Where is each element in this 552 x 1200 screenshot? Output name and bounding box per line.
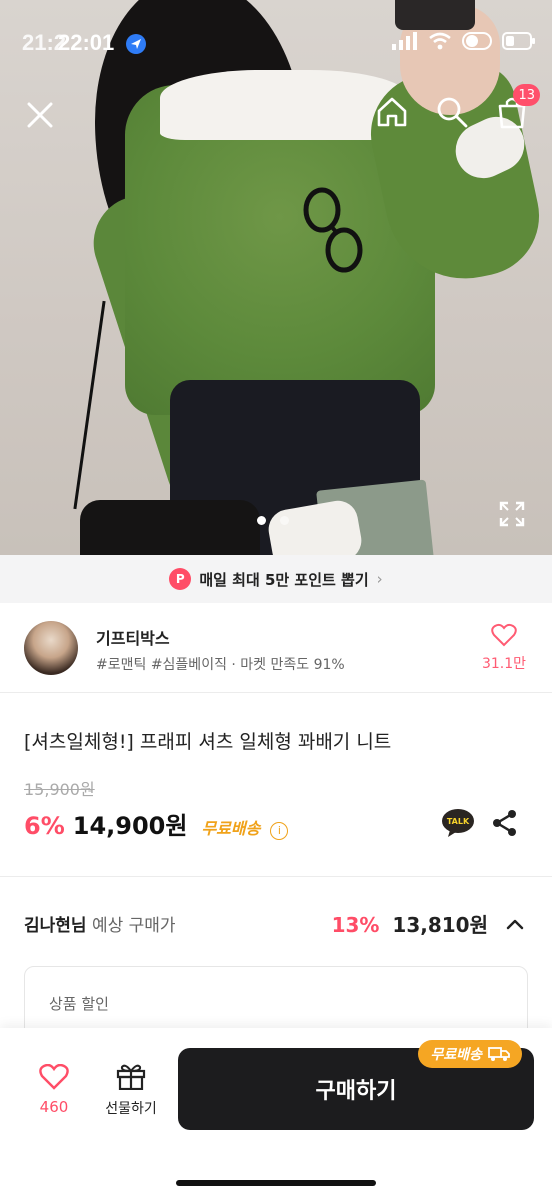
gift-icon — [116, 1064, 146, 1091]
cart-count-badge: 13 — [513, 84, 540, 106]
gift-label: 선물하기 — [105, 1101, 157, 1117]
wishlist-button[interactable]: 460 — [26, 1063, 82, 1116]
close-icon — [27, 102, 53, 128]
wifi-icon — [429, 32, 451, 50]
kakaotalk-icon: TALK — [442, 809, 474, 837]
product-image[interactable] — [0, 0, 552, 555]
pagination-dot — [280, 516, 289, 525]
search-button[interactable] — [432, 92, 472, 132]
store-tags: #로맨틱 #심플베이직 · 마켓 만족도 91% — [96, 657, 345, 673]
home-icon — [377, 97, 407, 127]
status-bar: 21:2 22:01 — [0, 26, 552, 66]
bottom-action-bar: 460 선물하기 구매하기 무료배송 — [0, 1028, 552, 1200]
battery-icon — [502, 32, 535, 50]
product-title: [셔츠일체형!] 프래피 셔츠 일체형 꽈배기 니트 — [24, 731, 392, 753]
home-button[interactable] — [372, 92, 412, 132]
wishlist-count: 460 — [39, 1098, 69, 1116]
focus-toggle-icon — [462, 32, 492, 50]
point-promo-banner[interactable]: P 매일 최대 5만 포인트 뽑기 › — [0, 555, 552, 603]
expected-price-value: 13% 13,810원 — [332, 909, 488, 938]
info-icon[interactable]: i — [270, 821, 289, 840]
product-discount-label: 상품 할인 — [49, 995, 109, 1013]
free-shipping-badge: 무료배송 — [418, 1040, 522, 1068]
store-info[interactable]: 기프티박스 #로맨틱 #심플베이직 · 마켓 만족도 91% 31.1만 — [0, 603, 552, 693]
share-button[interactable] — [490, 808, 520, 838]
search-icon — [437, 97, 468, 128]
heart-icon — [39, 1063, 69, 1090]
status-time: 22:01 — [58, 30, 115, 55]
expected-price: 13,810원 — [392, 913, 488, 937]
truck-icon — [488, 1047, 510, 1061]
home-indicator — [176, 1180, 376, 1186]
kakaotalk-share-button[interactable]: TALK — [441, 808, 475, 838]
user-name: 김나현님 — [24, 916, 87, 936]
store-like-button[interactable]: 31.1만 — [480, 623, 528, 673]
chevron-up-icon[interactable] — [504, 913, 526, 935]
image-bag-strap — [73, 300, 106, 510]
image-bag — [80, 500, 260, 555]
share-icon — [493, 810, 516, 836]
buy-label: 구매하기 — [315, 1079, 397, 1104]
gift-button[interactable]: 선물하기 — [96, 1062, 166, 1118]
status-indicators — [392, 32, 536, 50]
point-icon: P — [169, 568, 192, 590]
expected-discount-rate: 13% — [331, 913, 380, 937]
badge-label: 무료배송 — [430, 1047, 482, 1063]
expand-image-button[interactable] — [494, 496, 530, 532]
discount-rate: 6% — [24, 812, 65, 840]
store-like-count: 31.1만 — [481, 656, 527, 672]
store-avatar[interactable] — [24, 621, 78, 675]
close-button[interactable] — [20, 95, 60, 135]
svg-text:TALK: TALK — [447, 817, 470, 826]
location-icon — [126, 34, 146, 54]
expand-icon — [499, 501, 525, 527]
original-price: 15,900원 — [24, 780, 95, 799]
promo-text: 매일 최대 5만 포인트 뽑기 — [199, 570, 369, 589]
heart-icon — [491, 623, 517, 647]
image-glasses — [303, 187, 363, 273]
signal-icon — [392, 32, 417, 50]
section-divider — [0, 876, 552, 877]
free-shipping-label: 무료배송 — [201, 819, 261, 838]
sale-price: 14,900원 — [72, 812, 188, 840]
store-name[interactable]: 기프티박스 — [96, 625, 170, 649]
chevron-right-icon: › — [376, 570, 383, 588]
expected-label: 예상 구매가 — [91, 916, 176, 936]
expected-price-label: 김나현님 예상 구매가 — [24, 911, 176, 936]
cart-button[interactable]: 13 — [492, 84, 540, 132]
image-pagination — [257, 516, 289, 525]
price-row: 6% 14,900원 무료배송 i — [24, 806, 289, 841]
expected-price-row[interactable]: 김나현님 예상 구매가 13% 13,810원 — [0, 895, 552, 951]
pagination-dot-active — [257, 516, 266, 525]
